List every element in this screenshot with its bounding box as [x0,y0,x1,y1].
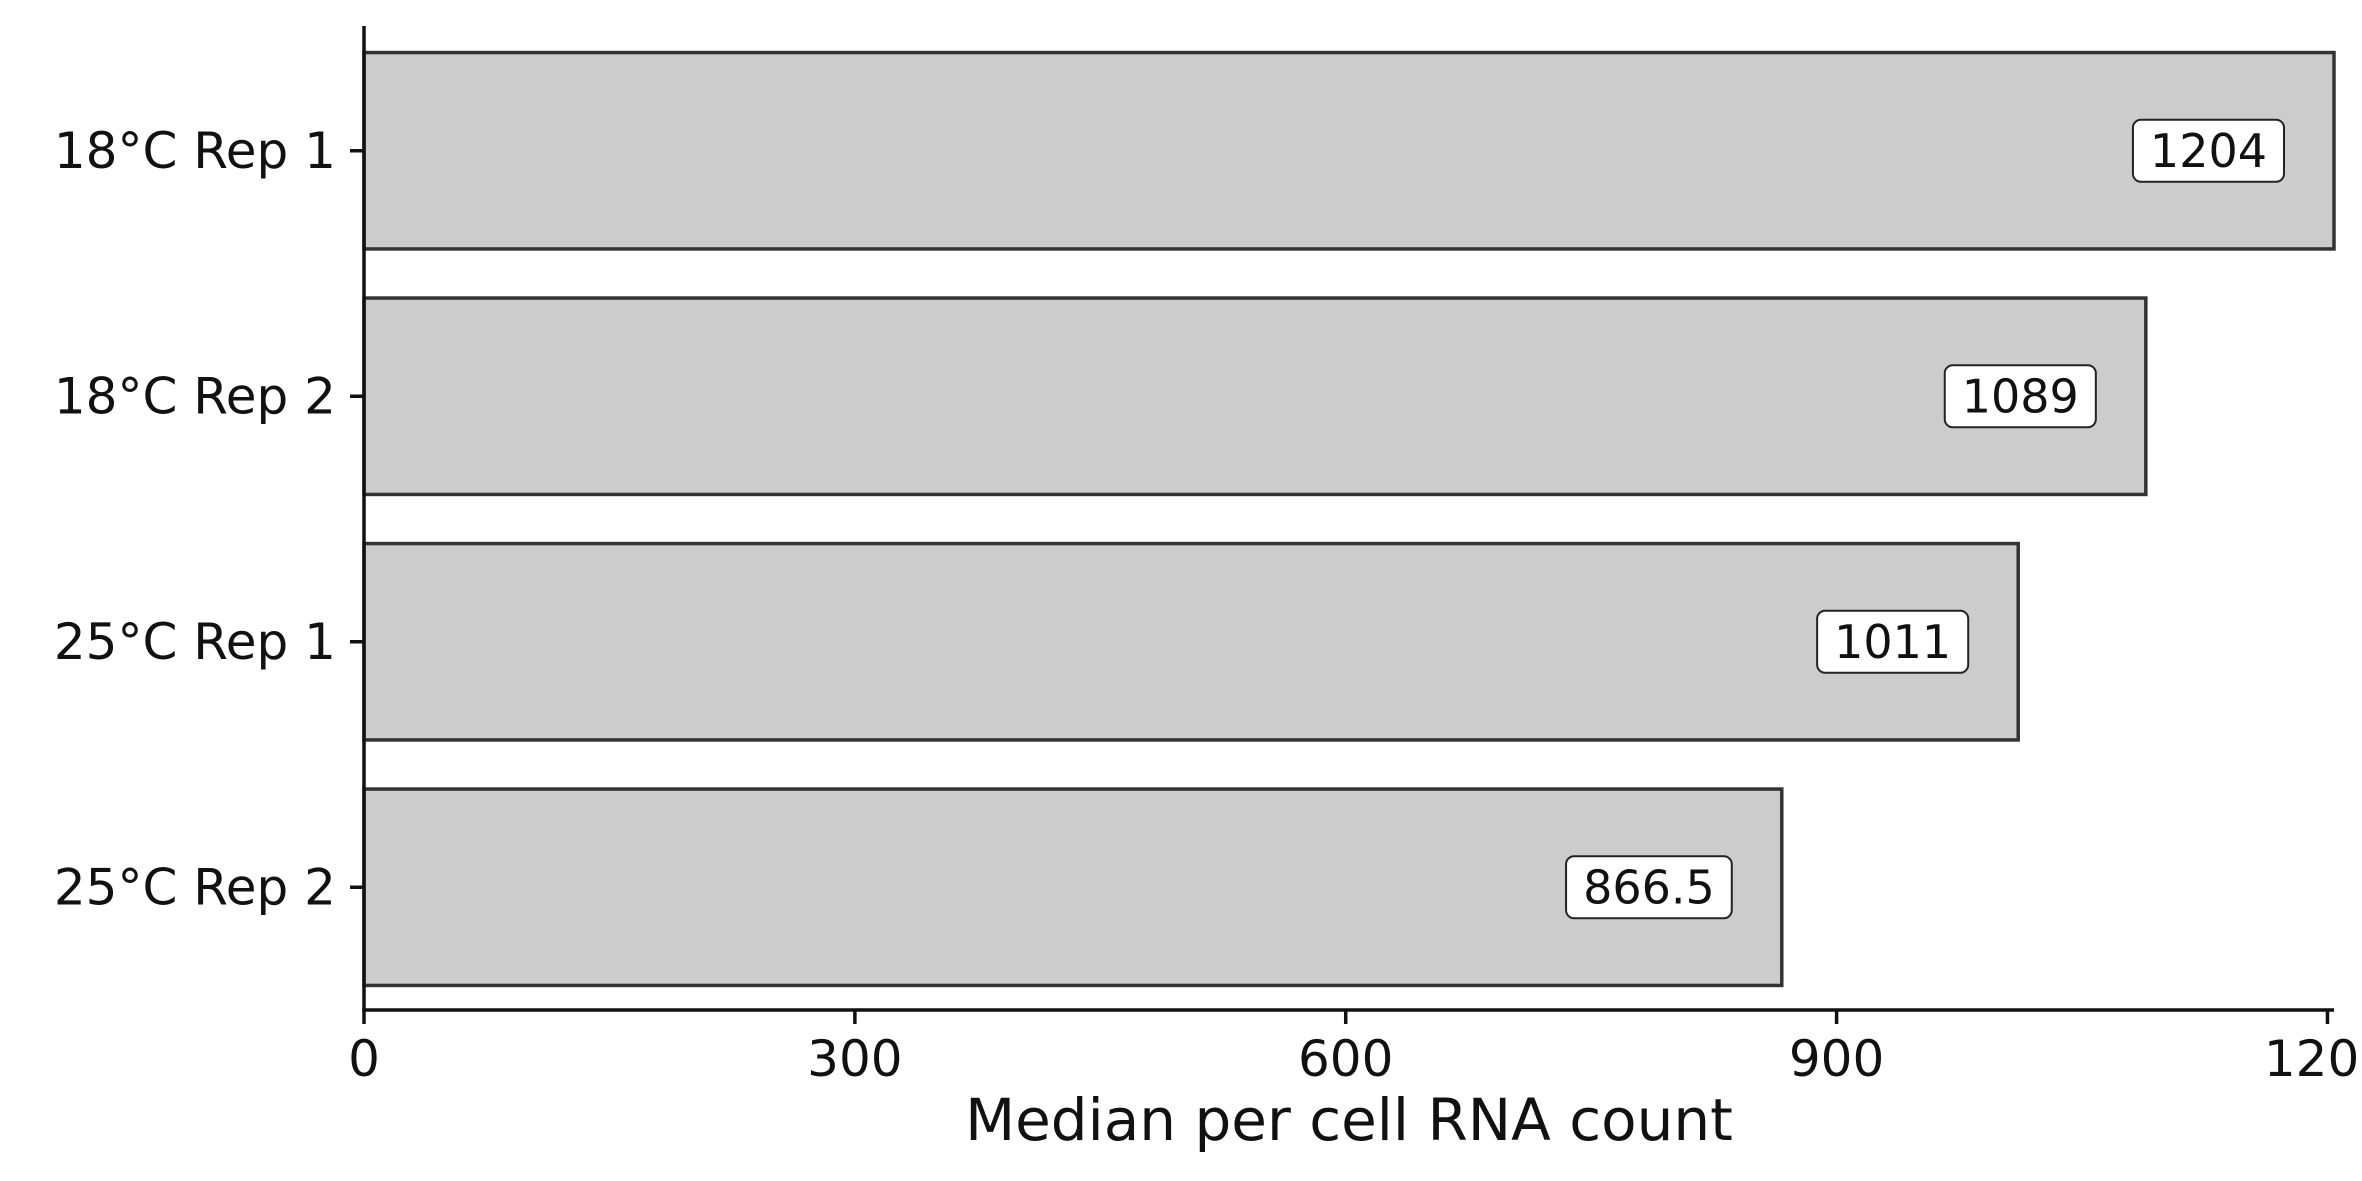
y-tick-label: 25°C Rep 2 [54,858,336,916]
bar-1 [362,50,2336,251]
chart-container: 1204 1089 1011 866.5 18°C Rep 1 18°C Rep 2 25… [0,0,2362,1181]
x-tick-label: 600 [1298,1030,1393,1088]
x-ticks-group: 0 300 600 900 1200 [348,1010,2362,1088]
y-tick-label: 18°C Rep 1 [54,122,336,180]
y-tick-label: 18°C Rep 2 [54,367,336,425]
bar-3 [362,541,2020,742]
x-axis-title: Median per cell RNA count [965,1086,1733,1154]
x-tick-label: 1200 [2264,1030,2362,1088]
x-tick-label: 300 [807,1030,902,1088]
bar-chart: 1204 1089 1011 866.5 18°C Rep 1 18°C Rep 2 25… [54,26,2362,1154]
bar-value-label: 1089 [1962,369,2079,423]
y-ticks-group: 18°C Rep 1 18°C Rep 2 25°C Rep 1 25°C Rep 2 [54,122,364,916]
bar-value-label: 1011 [1834,615,1951,669]
bar-value-label: 866.5 [1583,860,1715,914]
bars-group [362,50,2336,988]
x-tick-label: 900 [1789,1030,1884,1088]
y-tick-label: 25°C Rep 1 [54,613,336,671]
x-tick-label: 0 [348,1030,380,1088]
bar-2 [362,296,2148,497]
bar-value-label: 1204 [2150,124,2267,178]
